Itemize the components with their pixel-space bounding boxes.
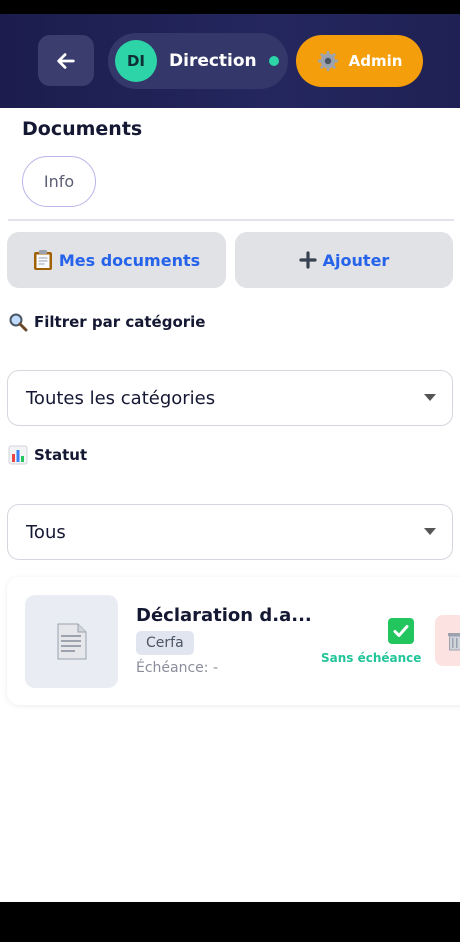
document-name: Déclaration d.a... [136,605,312,626]
user-label: Direction [169,51,257,71]
app-header: DI Direction Admin [0,14,460,108]
category-select[interactable]: Toutes les catégories [7,370,453,426]
admin-label: Admin [348,52,403,70]
gear-icon [317,50,338,72]
document-tag: Cerfa [136,631,194,655]
home-indicator-bar [0,902,460,942]
admin-button[interactable]: Admin [296,35,423,87]
status-bar [0,0,460,14]
bar-chart-icon [8,445,28,465]
user-pill[interactable]: DI Direction [108,33,288,89]
clipboard-icon [33,250,52,270]
status-filter-label: Statut [34,446,88,464]
divider [8,219,454,221]
status-select-value: Tous [26,521,66,543]
status-filter-heading: Statut [8,445,87,465]
add-button[interactable]: Ajouter [235,232,453,288]
online-indicator [268,56,279,66]
document-icon [57,623,86,659]
document-thumbnail [25,595,118,688]
my-documents-label: Mes documents [58,250,201,270]
my-documents-button[interactable]: Mes documents [7,232,226,288]
avatar: DI [115,40,157,82]
tab-info[interactable]: Info [22,156,96,207]
trash-icon [448,632,460,650]
page-title: Documents [22,118,143,140]
document-status: Sans échéance [321,651,422,665]
add-label: Ajouter [322,250,390,270]
arrow-left-icon [57,52,75,69]
category-filter-heading: Filtrer par catégorie [8,312,205,332]
document-card[interactable]: Déclaration d.a... Cerfa Échéance: - San… [7,577,460,705]
category-filter-label: Filtrer par catégorie [34,313,206,331]
back-button[interactable] [38,35,94,86]
document-due-date: Échéance: - [136,660,219,676]
chevron-down-icon [424,394,436,401]
category-select-value: Toutes les catégories [26,387,216,409]
status-select[interactable]: Tous [7,504,453,560]
chevron-down-icon [424,528,436,535]
magnifier-icon [9,313,28,332]
delete-button[interactable] [435,615,460,666]
checkmark-icon [388,618,414,644]
plus-icon [299,251,317,269]
